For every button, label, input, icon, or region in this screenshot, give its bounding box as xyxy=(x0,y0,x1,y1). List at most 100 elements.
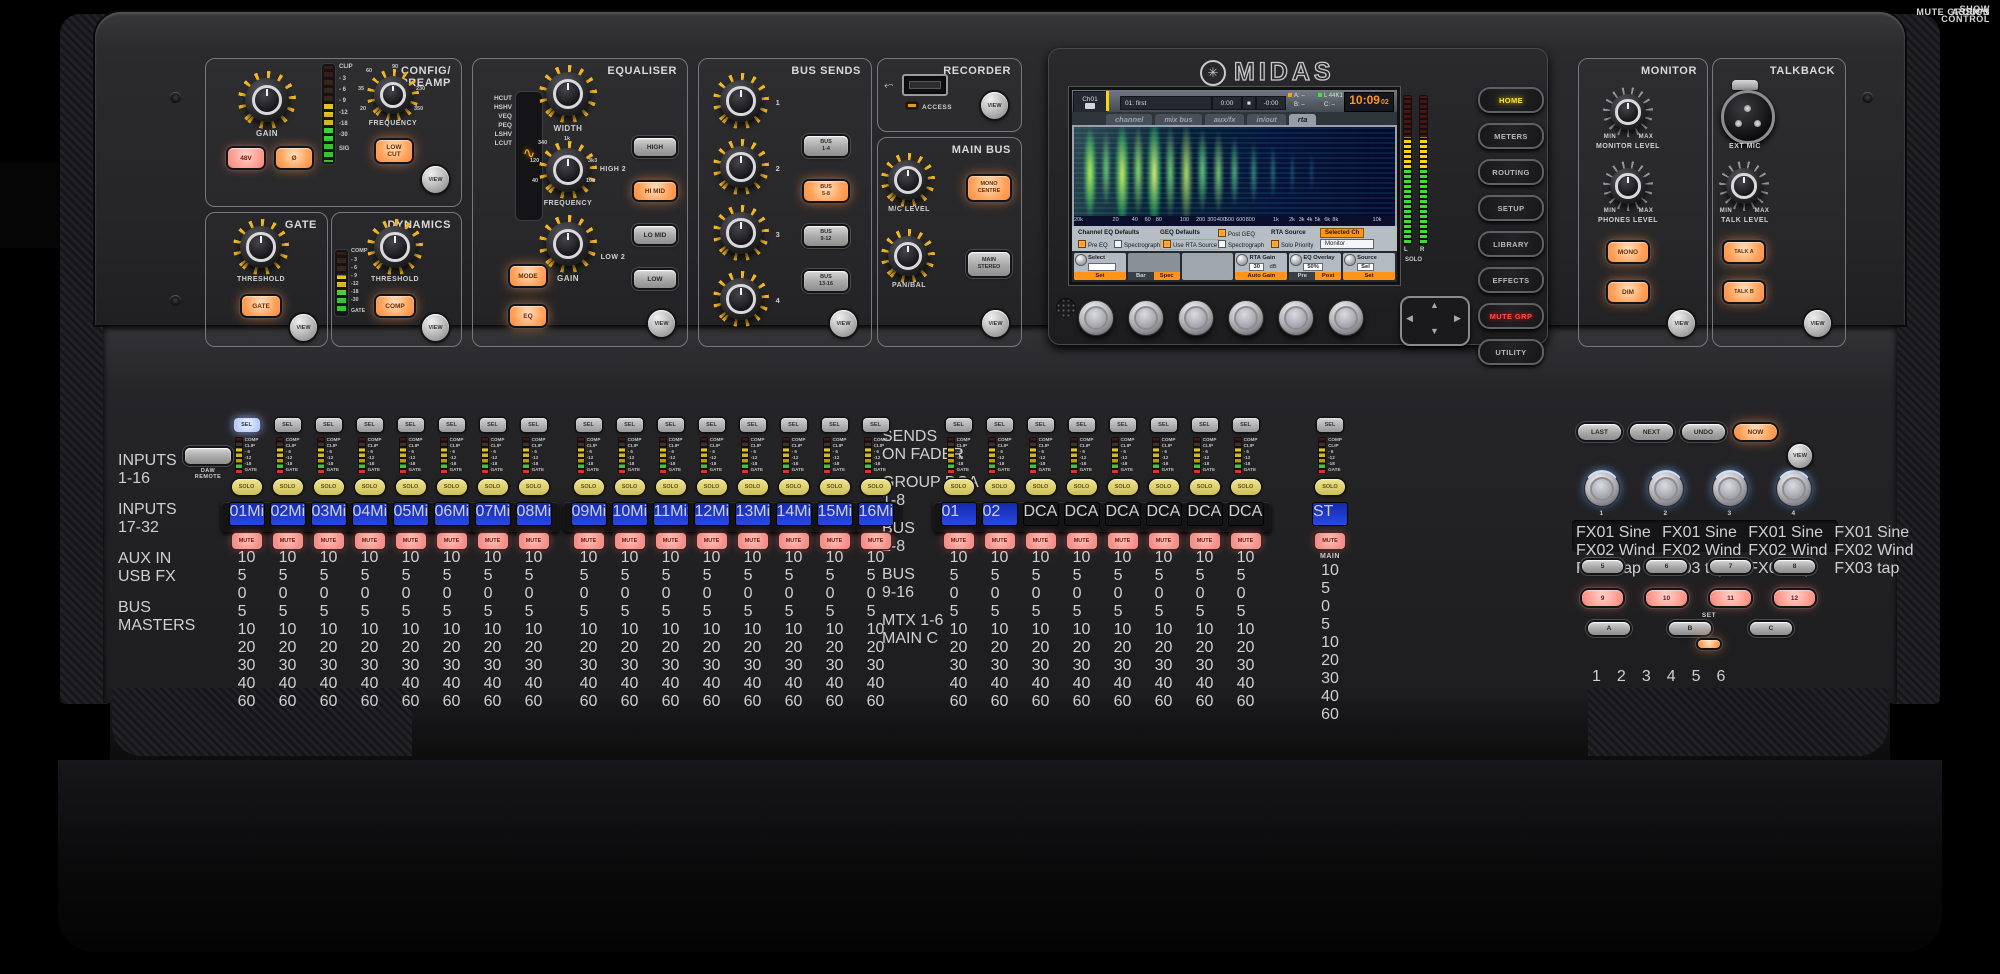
select-button[interactable]: SEL xyxy=(1317,418,1343,432)
solo-button[interactable]: SOLO xyxy=(574,479,604,495)
arrow-up-icon[interactable]: ▲ xyxy=(1430,300,1439,310)
solo-button[interactable]: SOLO xyxy=(615,479,645,495)
bus-fader[interactable]: 10 5 0 5 10 20 30 40 60 xyxy=(1155,549,1173,711)
input-layer-button[interactable]: INPUTS 1-16 xyxy=(118,452,195,488)
show-control-button[interactable]: UNDO xyxy=(1682,424,1725,440)
mute-group-button[interactable]: 2 xyxy=(1617,668,1626,686)
solo-button[interactable]: SOLO xyxy=(232,479,262,495)
assign-encoder[interactable] xyxy=(1584,470,1620,507)
solo-button[interactable]: SOLO xyxy=(779,479,809,495)
select-button[interactable]: SEL xyxy=(357,418,383,432)
select-button[interactable]: SEL xyxy=(521,418,547,432)
select-button[interactable]: SEL xyxy=(1110,418,1136,432)
solo-button[interactable]: SOLO xyxy=(273,479,303,495)
mute-button[interactable]: MUTE xyxy=(861,533,891,549)
bus-send-knob[interactable] xyxy=(720,146,762,188)
mute-button[interactable]: MUTE xyxy=(779,533,809,549)
channel-fader[interactable]: 10 5 0 5 10 20 30 40 60 xyxy=(580,549,598,711)
select-button[interactable]: SEL xyxy=(822,418,848,432)
channel-fader[interactable]: 10 5 0 5 10 20 30 40 60 xyxy=(238,549,256,711)
assign-button[interactable]: 12 xyxy=(1774,590,1815,606)
channel-fader[interactable]: 10 5 0 5 10 20 30 40 60 xyxy=(484,549,502,711)
monitor-level-knob[interactable] xyxy=(1610,94,1646,130)
select-button[interactable]: SEL xyxy=(1151,418,1177,432)
select-button[interactable]: SEL xyxy=(781,418,807,432)
mute-button[interactable]: MUTE xyxy=(519,533,549,549)
bus-sends-view-button[interactable]: VIEW xyxy=(830,310,857,337)
softkey-source[interactable]: Source Sel Set xyxy=(1343,253,1395,280)
channel-fader[interactable]: 10 5 0 5 10 20 30 40 60 xyxy=(867,549,885,711)
eq-frequency-knob[interactable] xyxy=(546,148,590,192)
solo-button[interactable]: SOLO xyxy=(396,479,426,495)
select-button[interactable]: SEL xyxy=(234,418,260,432)
stop-icon[interactable]: ■ xyxy=(1242,96,1256,110)
nav-button[interactable]: METERS xyxy=(1478,123,1544,149)
assign-button[interactable]: 10 xyxy=(1646,590,1687,606)
mute-button[interactable]: MUTE xyxy=(985,533,1015,549)
mute-group-button[interactable]: 4 xyxy=(1667,668,1676,686)
dim-button[interactable]: DIM xyxy=(1608,282,1648,302)
mute-button[interactable]: MUTE xyxy=(615,533,645,549)
mute-button[interactable]: MUTE xyxy=(1108,533,1138,549)
gate-threshold-knob[interactable] xyxy=(240,226,282,268)
mute-button[interactable]: MUTE xyxy=(820,533,850,549)
channel-fader[interactable]: 10 5 0 5 10 20 30 40 60 xyxy=(443,549,461,711)
channel-fader[interactable]: 10 5 0 5 10 20 30 40 60 xyxy=(361,549,379,711)
use-rta-source-checkbox[interactable]: Use RTA Source xyxy=(1160,239,1220,250)
select-button[interactable]: SEL xyxy=(658,418,684,432)
channel-fader[interactable]: 10 5 0 5 10 20 30 40 60 xyxy=(525,549,543,711)
config-view-button[interactable]: VIEW xyxy=(422,166,449,193)
channel-fader[interactable]: 10 5 0 5 10 20 30 40 60 xyxy=(320,549,338,711)
eq-width-knob[interactable] xyxy=(546,72,590,116)
gate-button[interactable]: GATE xyxy=(242,296,280,316)
bus-send-knob[interactable] xyxy=(720,212,762,254)
show-control-button[interactable]: LAST xyxy=(1578,424,1621,440)
solo-button[interactable]: SOLO xyxy=(437,479,467,495)
screen-encoder-2[interactable] xyxy=(1128,300,1164,336)
recorder-view-button[interactable]: VIEW xyxy=(981,92,1008,119)
bus-fader[interactable]: 10 5 0 5 10 20 30 40 60 xyxy=(1196,549,1214,711)
channel-fader[interactable]: 10 5 0 5 10 20 30 40 60 xyxy=(621,549,639,711)
set-button[interactable]: A xyxy=(1588,622,1630,635)
assign-encoder[interactable] xyxy=(1712,470,1748,507)
select-button[interactable]: SEL xyxy=(699,418,725,432)
mute-group-button[interactable]: 5 xyxy=(1692,668,1701,686)
solo-button[interactable]: SOLO xyxy=(985,479,1015,495)
nav-button[interactable]: HOME xyxy=(1478,87,1544,113)
nav-button[interactable]: UTILITY xyxy=(1478,339,1544,365)
eq-band-button[interactable]: HI MID xyxy=(634,182,676,200)
bus-select-button[interactable]: BUS 5-8 xyxy=(804,181,848,201)
eq-view-button[interactable]: VIEW xyxy=(648,310,675,337)
channel-fader[interactable]: 10 5 0 5 10 20 30 40 60 xyxy=(826,549,844,711)
mono-centre-button[interactable]: MONO CENTRE xyxy=(968,176,1010,200)
select-button[interactable]: SEL xyxy=(617,418,643,432)
solo-button[interactable]: SOLO xyxy=(1190,479,1220,495)
mute-button[interactable]: MUTE xyxy=(697,533,727,549)
main-stereo-button[interactable]: MAIN STEREO xyxy=(968,252,1010,276)
bus-fader[interactable]: 10 5 0 5 10 20 30 40 60 xyxy=(1114,549,1132,711)
select-button[interactable]: SEL xyxy=(398,418,424,432)
mute-button[interactable]: MUTE xyxy=(273,533,303,549)
solo-button[interactable]: SOLO xyxy=(314,479,344,495)
arrow-right-icon[interactable]: ▶ xyxy=(1454,313,1461,324)
bus-fader[interactable]: 10 5 0 5 10 20 30 40 60 xyxy=(950,549,968,711)
comp-threshold-knob[interactable] xyxy=(374,226,416,268)
mute-button[interactable]: MUTE xyxy=(355,533,385,549)
display-tab[interactable]: mix bus xyxy=(1155,114,1201,125)
solo-button[interactable]: SOLO xyxy=(355,479,385,495)
set-indicator-button[interactable] xyxy=(1698,640,1720,648)
arrow-left-icon[interactable]: ◀ xyxy=(1406,313,1413,324)
pre-eq-checkbox[interactable]: Pre EQ xyxy=(1078,240,1108,249)
softkey-bar-spec[interactable]: BarSpec xyxy=(1128,253,1180,280)
mute-button[interactable]: MUTE xyxy=(314,533,344,549)
input-layer-button[interactable]: AUX IN USB FX xyxy=(118,550,195,586)
channel-fader[interactable]: 10 5 0 5 10 20 30 40 60 xyxy=(402,549,420,711)
screen-encoder-5[interactable] xyxy=(1278,300,1314,336)
mute-group-button[interactable]: 3 xyxy=(1642,668,1651,686)
lowcut-frequency-knob[interactable] xyxy=(374,76,412,114)
eq-band-button[interactable]: HIGH xyxy=(634,138,676,156)
select-button[interactable]: SEL xyxy=(740,418,766,432)
mute-button[interactable]: MUTE xyxy=(437,533,467,549)
select-button[interactable]: SEL xyxy=(1028,418,1054,432)
phones-level-knob[interactable] xyxy=(1610,168,1646,204)
